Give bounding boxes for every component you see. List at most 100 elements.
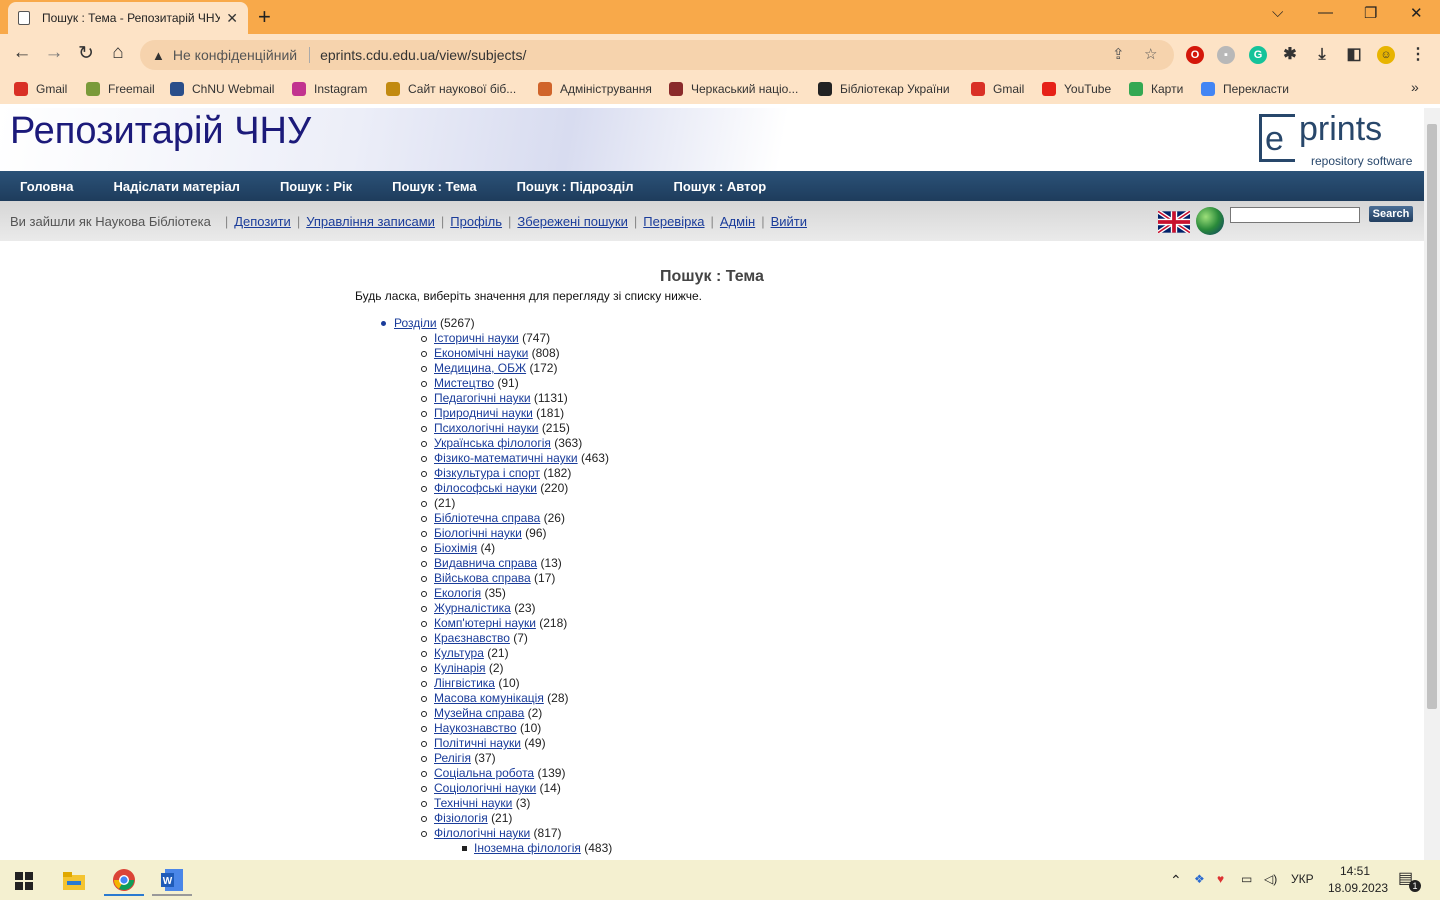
security-label[interactable]: Не конфіденційний bbox=[173, 47, 297, 63]
subject-link[interactable]: Психологічні науки bbox=[434, 421, 538, 435]
bookmark-item[interactable]: Freemail bbox=[86, 82, 155, 96]
subject-link[interactable]: Історичні науки bbox=[434, 331, 519, 345]
subject-link[interactable]: Масова комунікація bbox=[434, 691, 544, 705]
browser-tab[interactable]: Пошук : Тема - Репозитарій ЧНУ ✕ bbox=[8, 2, 248, 34]
subject-link[interactable]: Філософські науки bbox=[434, 481, 537, 495]
menu-item[interactable]: Пошук : Автор bbox=[674, 179, 767, 194]
windows-start-icon[interactable] bbox=[4, 866, 44, 896]
globe-icon[interactable] bbox=[1196, 207, 1224, 235]
subject-link[interactable]: Журналістика bbox=[434, 601, 511, 615]
subject-link[interactable]: Комп'ютерні науки bbox=[434, 616, 536, 630]
url-text[interactable]: eprints.cdu.edu.ua/view/subjects/ bbox=[320, 47, 526, 63]
bookmarks-overflow-button[interactable]: » bbox=[1411, 79, 1419, 95]
subject-link[interactable]: Біологічні науки bbox=[434, 526, 522, 540]
user-link[interactable]: Адмін bbox=[720, 214, 755, 229]
clock-time[interactable]: 14:51 bbox=[1340, 864, 1370, 878]
subject-link[interactable]: Природничі науки bbox=[434, 406, 533, 420]
subject-link[interactable]: Наукознавство bbox=[434, 721, 517, 735]
chrome-taskbar-icon[interactable] bbox=[104, 866, 144, 896]
english-flag-icon[interactable] bbox=[1158, 211, 1190, 233]
language-indicator[interactable]: УКР bbox=[1291, 872, 1314, 886]
bookmark-item[interactable]: YouTube bbox=[1042, 82, 1111, 96]
subject-link[interactable]: Соціологічні науки bbox=[434, 781, 536, 795]
app-tray-icon[interactable]: ♥ bbox=[1217, 872, 1224, 886]
menu-item[interactable]: Пошук : Рік bbox=[280, 179, 352, 194]
menu-item[interactable]: Пошук : Тема bbox=[392, 179, 476, 194]
eprints-logo[interactable]: e prints repository software bbox=[1259, 110, 1419, 169]
site-title[interactable]: Репозитарій ЧНУ bbox=[10, 110, 311, 153]
user-link[interactable]: Депозити bbox=[234, 214, 291, 229]
menu-item[interactable]: Пошук : Підрозділ bbox=[517, 179, 634, 194]
user-link[interactable]: Управління записами bbox=[306, 214, 435, 229]
address-bar[interactable]: ▲ Не конфіденційний eprints.cdu.edu.ua/v… bbox=[140, 40, 1174, 70]
menu-icon[interactable]: ⋮ bbox=[1409, 46, 1427, 64]
subject-link[interactable]: Видавнича справа bbox=[434, 556, 537, 570]
menu-item[interactable]: Головна bbox=[20, 179, 73, 194]
home-button[interactable]: ⌂ bbox=[106, 42, 130, 64]
subject-link[interactable]: Фізико-математичні науки bbox=[434, 451, 578, 465]
search-input[interactable] bbox=[1230, 207, 1360, 223]
forward-button[interactable]: → bbox=[42, 42, 66, 64]
subject-link[interactable]: Економічні науки bbox=[434, 346, 528, 360]
user-link[interactable]: Перевірка bbox=[643, 214, 704, 229]
bookmark-item[interactable]: Карти bbox=[1129, 82, 1183, 96]
search-button[interactable]: Search bbox=[1369, 206, 1413, 222]
subject-link[interactable]: Релігія bbox=[434, 751, 471, 765]
subject-link[interactable]: Музейна справа bbox=[434, 706, 524, 720]
tray-expand-icon[interactable]: ⌃ bbox=[1170, 872, 1182, 889]
bookmark-item[interactable]: ChNU Webmail bbox=[170, 82, 274, 96]
bookmark-item[interactable]: Адміністрування bbox=[538, 82, 652, 96]
user-link[interactable]: Збережені пошуки bbox=[517, 214, 627, 229]
subject-link[interactable]: Екологія bbox=[434, 586, 481, 600]
scrollbar-thumb[interactable] bbox=[1427, 124, 1437, 709]
new-tab-button[interactable]: + bbox=[258, 4, 271, 30]
subject-link[interactable]: Кулінарія bbox=[434, 661, 486, 675]
side-panel-icon[interactable]: ◧ bbox=[1345, 46, 1363, 64]
subject-link[interactable]: Лінгвістика bbox=[434, 676, 495, 690]
clock-date[interactable]: 18.09.2023 bbox=[1328, 881, 1388, 895]
tab-close-icon[interactable]: ✕ bbox=[226, 10, 238, 27]
bookmark-item[interactable]: Перекласти bbox=[1201, 82, 1289, 96]
profile-extension-icon[interactable]: ▪ bbox=[1217, 46, 1235, 64]
page-scrollbar[interactable] bbox=[1424, 108, 1440, 860]
bookmark-item[interactable]: Сайт наукової біб... bbox=[386, 82, 516, 96]
restore-button[interactable]: ❐ bbox=[1364, 4, 1377, 22]
bookmark-star-icon[interactable]: ☆ bbox=[1144, 45, 1157, 63]
subject-link[interactable]: Бібліотечна справа bbox=[434, 511, 540, 525]
close-window-button[interactable]: ✕ bbox=[1410, 4, 1423, 22]
subject-link[interactable]: Іноземна філологія bbox=[474, 841, 581, 855]
menu-item[interactable]: Надіслати матеріал bbox=[113, 179, 239, 194]
subject-link[interactable]: Технічні науки bbox=[434, 796, 512, 810]
bluetooth-icon[interactable]: ❖ bbox=[1194, 872, 1205, 886]
bookmark-item[interactable]: Gmail bbox=[971, 82, 1024, 96]
opera-extension-icon[interactable]: O bbox=[1186, 46, 1204, 64]
file-explorer-icon[interactable] bbox=[54, 866, 94, 896]
subject-link[interactable]: Соціальна робота bbox=[434, 766, 534, 780]
avatar[interactable]: ☺ bbox=[1377, 46, 1395, 64]
user-link[interactable]: Вийти bbox=[771, 214, 807, 229]
subject-link[interactable]: Педагогічні науки bbox=[434, 391, 531, 405]
subject-link[interactable]: Фізкультура і спорт bbox=[434, 466, 540, 480]
volume-icon[interactable]: ◁) bbox=[1264, 872, 1277, 886]
word-taskbar-icon[interactable]: W bbox=[152, 866, 192, 896]
minimize-button[interactable]: — bbox=[1318, 4, 1333, 21]
subject-link[interactable]: Розділи bbox=[394, 316, 437, 330]
grammarly-icon[interactable]: G bbox=[1249, 46, 1267, 64]
subject-link[interactable]: Мистецтво bbox=[434, 376, 494, 390]
subject-link[interactable]: Біохімія bbox=[434, 541, 477, 555]
back-button[interactable]: ← bbox=[10, 42, 34, 64]
bookmark-item[interactable]: Instagram bbox=[292, 82, 367, 96]
bookmark-item[interactable]: Бібліотекар України bbox=[818, 82, 950, 96]
subject-link[interactable]: Медицина, ОБЖ bbox=[434, 361, 526, 375]
network-icon[interactable]: ▭ bbox=[1241, 872, 1252, 886]
subject-link[interactable]: Краєзнавство bbox=[434, 631, 510, 645]
share-icon[interactable]: ⇪ bbox=[1112, 45, 1125, 63]
download-icon[interactable]: ⤓ bbox=[1313, 46, 1331, 64]
extensions-icon[interactable]: ✱ bbox=[1281, 46, 1299, 64]
subject-link[interactable]: Фізіологія bbox=[434, 811, 488, 825]
warning-icon[interactable]: ▲ bbox=[152, 48, 165, 63]
bookmark-item[interactable]: Gmail bbox=[14, 82, 67, 96]
user-link[interactable]: Профіль bbox=[450, 214, 502, 229]
subject-link[interactable]: Політичні науки bbox=[434, 736, 521, 750]
reload-button[interactable]: ↻ bbox=[74, 42, 98, 65]
